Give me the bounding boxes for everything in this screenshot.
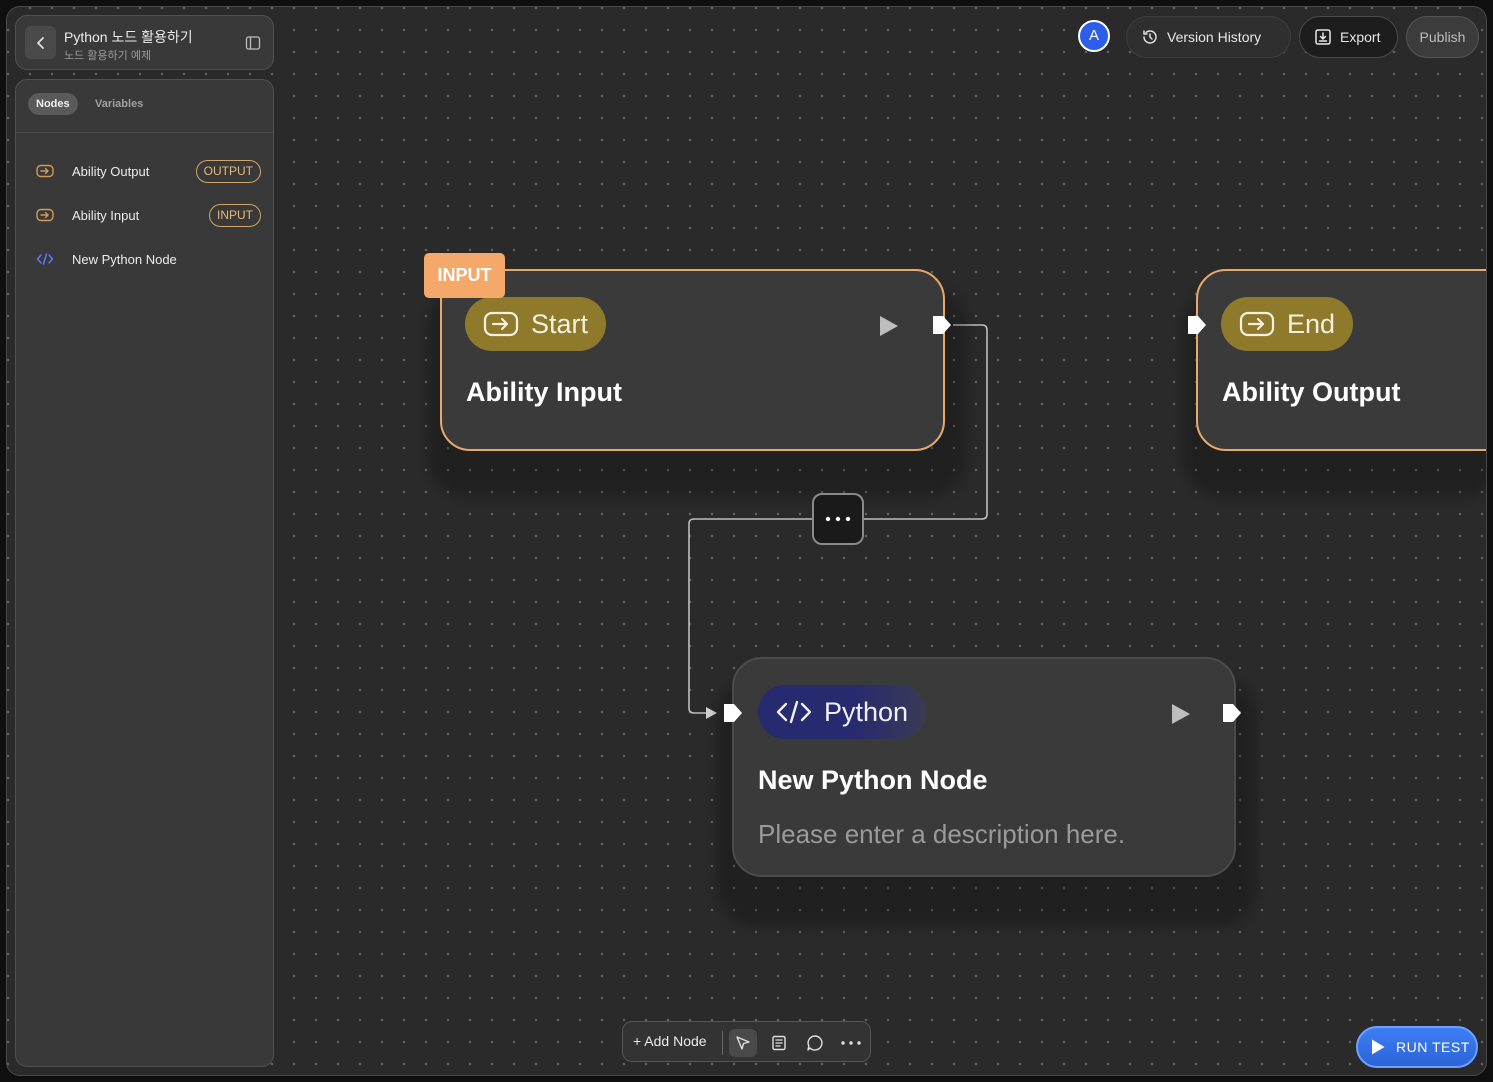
python-pill: Python (758, 685, 927, 739)
tab-variables[interactable]: Variables (87, 93, 151, 115)
cursor-icon (736, 1036, 750, 1050)
sidebar-item-label: New Python Node (72, 252, 177, 267)
start-pill: Start (465, 297, 607, 351)
node-description[interactable]: Please enter a description here. (758, 819, 1125, 850)
io-arrow-icon (36, 208, 54, 222)
sidebar-item-ability-output[interactable]: Ability Output OUTPUT (16, 157, 273, 187)
node-title: New Python Node (758, 765, 988, 795)
more-horizontal-icon (841, 1041, 861, 1045)
more-horizontal-icon (825, 516, 851, 522)
play-icon[interactable] (879, 315, 899, 337)
code-icon (36, 253, 54, 265)
output-badge: OUTPUT (195, 160, 261, 183)
sidebar-item-label: Ability Output (72, 164, 150, 179)
play-icon[interactable] (1171, 703, 1191, 725)
export-label: Export (1340, 29, 1381, 45)
node-ability-input[interactable]: Start Ability Input (440, 269, 945, 451)
panel-tabs: Nodes Variables (16, 80, 273, 133)
note-tool-button[interactable] (765, 1029, 793, 1057)
node-title: Ability Input (466, 377, 622, 407)
run-test-label: RUN TEST (1396, 1039, 1470, 1055)
version-history-label: Version History (1167, 29, 1262, 45)
python-pill-label: Python (824, 696, 909, 727)
edge-options-button[interactable] (812, 493, 864, 545)
node-title: Ability Output (1222, 377, 1401, 407)
start-pill-label: Start (531, 308, 589, 339)
input-tag: INPUT (424, 253, 505, 298)
io-arrow-icon (36, 164, 54, 178)
comment-icon (807, 1035, 823, 1051)
add-node-button[interactable]: + Add Node (633, 1033, 707, 1049)
run-test-button[interactable]: RUN TEST (1356, 1026, 1478, 1068)
publish-button[interactable]: Publish (1406, 16, 1479, 58)
nodes-panel: Nodes Variables Ability Output OUTPUT Ab… (15, 79, 274, 1067)
history-icon (1143, 30, 1157, 44)
more-options-button[interactable] (837, 1029, 865, 1057)
user-avatar[interactable]: A (1078, 20, 1110, 52)
node-ability-output[interactable]: End Ability Output (1196, 269, 1486, 451)
toolbar-divider (722, 1031, 723, 1055)
bottom-toolbar: + Add Node (622, 1021, 871, 1062)
code-icon (776, 700, 812, 724)
output-port[interactable] (1220, 701, 1244, 725)
output-port[interactable] (930, 313, 954, 337)
tab-nodes[interactable]: Nodes (28, 93, 78, 115)
sidebar-item-new-python-node[interactable]: New Python Node (16, 245, 273, 275)
note-icon (772, 1035, 786, 1051)
end-pill: End (1221, 297, 1354, 351)
io-arrow-icon (1239, 311, 1275, 337)
sidebar-item-ability-input[interactable]: Ability Input INPUT (16, 201, 273, 231)
node-new-python[interactable]: Python New Python Node Please enter a de… (732, 657, 1236, 877)
end-pill-label: End (1287, 308, 1336, 339)
play-icon (1372, 1039, 1385, 1055)
version-history-button[interactable]: Version History (1126, 16, 1291, 58)
sidebar-toggle-icon[interactable] (245, 35, 261, 51)
project-title: Python 노드 활용하기 (64, 29, 193, 45)
input-port[interactable] (1185, 313, 1209, 337)
comment-tool-button[interactable] (801, 1029, 829, 1057)
edge-arrowhead (706, 707, 717, 719)
input-port[interactable] (721, 701, 745, 725)
project-header: Python 노드 활용하기 노드 활용하기 예제 (15, 15, 274, 70)
input-badge: INPUT (209, 204, 261, 227)
project-subtitle: 노드 활용하기 예제 (64, 50, 152, 62)
export-button[interactable]: Export (1299, 16, 1398, 58)
chevron-left-icon (36, 36, 44, 49)
export-icon (1315, 29, 1331, 45)
select-tool-button[interactable] (729, 1029, 757, 1057)
io-arrow-icon (483, 311, 519, 337)
back-button[interactable] (25, 26, 56, 59)
sidebar-item-label: Ability Input (72, 208, 140, 223)
app-frame: Python 노드 활용하기 노드 활용하기 예제 Nodes Variable… (6, 6, 1487, 1076)
